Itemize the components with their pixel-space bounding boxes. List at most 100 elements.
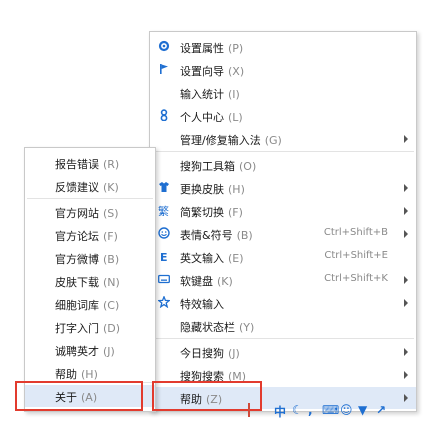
- main-context-menu: 设置属性 (P) 设置向导 (X) 输入统计 (I) 个人中心 (L) 管理/修复输入法 (G) 搜…: [149, 31, 417, 412]
- menu-item-accelerator: (H): [81, 368, 98, 381]
- menu-item-shortcut: Ctrl+Shift+E: [324, 250, 388, 261]
- menu-item-label: 设置属性 (P): [180, 40, 243, 56]
- menu-item-text: 帮助: [55, 368, 77, 381]
- menu-item-label: 官方微博 (B): [55, 251, 119, 267]
- menu-item-4[interactable]: 个人中心 (L): [150, 105, 416, 127]
- menu-separator: [152, 151, 414, 152]
- menu-item-label: 输入统计 (I): [180, 86, 240, 102]
- menu-item-label: 官方网站 (S): [55, 205, 119, 221]
- moon-icon[interactable]: ☾: [292, 403, 303, 417]
- help-item-8[interactable]: 打字入门 (D): [25, 316, 155, 338]
- svg-text:繁: 繁: [158, 204, 169, 216]
- help-item-5[interactable]: 官方微博 (B): [25, 247, 155, 269]
- menu-item-11[interactable]: 软键盘 (K) Ctrl+Shift+K: [150, 269, 416, 291]
- menu-item-text: 官方论坛: [55, 230, 99, 243]
- menu-item-5[interactable]: 管理/修复输入法 (G): [150, 128, 416, 150]
- help-item-7[interactable]: 细胞词库 (C): [25, 293, 155, 315]
- help-item-3[interactable]: 官方网站 (S): [25, 201, 155, 223]
- submenu-arrow-icon: [404, 371, 408, 379]
- menu-item-label: 诚聘英才 (J): [55, 343, 115, 359]
- menu-item-text: 隐藏状态栏: [180, 321, 235, 334]
- menu-separator: [152, 338, 414, 339]
- help-item-9[interactable]: 诚聘英才 (J): [25, 339, 155, 361]
- menu-item-text: 官方网站: [55, 207, 99, 220]
- menu-item-text: 诚聘英才: [55, 345, 99, 358]
- menu-item-label: 反馈建议 (K): [55, 179, 119, 195]
- menu-item-accelerator: (C): [103, 299, 120, 312]
- traditional-chinese-icon: 繁: [157, 203, 171, 217]
- keyboard-icon[interactable]: ⌨: [322, 403, 339, 417]
- menu-item-accelerator: (S): [103, 207, 119, 220]
- menu-item-accelerator: (B): [103, 253, 120, 266]
- menu-item-6[interactable]: 搜狗工具箱 (O): [150, 154, 416, 176]
- menu-item-label: 搜狗工具箱 (O): [180, 158, 256, 174]
- smiley-icon: [157, 226, 171, 240]
- menu-separator: [27, 198, 153, 199]
- menu-item-13[interactable]: 隐藏状态栏 (Y): [150, 315, 416, 337]
- effects-icon: [157, 295, 171, 309]
- menu-item-accelerator: (K): [103, 181, 119, 194]
- svg-text:E: E: [160, 251, 168, 262]
- menu-item-text: 特效输入: [180, 298, 224, 311]
- menu-item-label: 细胞词库 (C): [55, 297, 119, 313]
- menu-item-1[interactable]: 设置属性 (P): [150, 36, 416, 58]
- menu-item-label: 帮助 (H): [55, 366, 98, 382]
- menu-item-accelerator: (O): [239, 160, 257, 173]
- menu-item-accelerator: (P): [228, 42, 244, 55]
- menu-item-label: 特效输入: [180, 296, 224, 312]
- menu-item-text: 打字入门: [55, 322, 99, 335]
- menu-item-label: 简繁切换 (F): [180, 204, 243, 220]
- menu-item-label: 官方论坛 (F): [55, 228, 118, 244]
- about-highlight-box: [15, 381, 143, 411]
- menu-item-accelerator: (H): [228, 183, 245, 196]
- menu-item-text: 简繁切换: [180, 206, 224, 219]
- menu-item-accelerator: (J): [103, 345, 115, 358]
- submenu-arrow-icon: [404, 276, 408, 284]
- tools-icon[interactable]: ↗: [376, 403, 386, 417]
- menu-item-shortcut: Ctrl+Shift+K: [324, 273, 388, 284]
- help-submenu: 报告错误 (R) 反馈建议 (K) 官方网站 (S) 官方论坛 (F) 官方微博 (B) 皮肤下载 (…: [24, 147, 156, 412]
- menu-item-text: 软键盘: [180, 275, 213, 288]
- menu-item-text: 设置属性: [180, 42, 224, 55]
- menu-item-label: 隐藏状态栏 (Y): [180, 319, 254, 335]
- menu-item-accelerator: (F): [103, 230, 118, 243]
- menu-item-7[interactable]: 更换皮肤 (H): [150, 177, 416, 199]
- menu-item-3[interactable]: 输入统计 (I): [150, 82, 416, 104]
- menu-item-label: 更换皮肤 (H): [180, 181, 245, 197]
- menu-item-text: 皮肤下载: [55, 276, 99, 289]
- menu-item-label: 打字入门 (D): [55, 320, 120, 336]
- help-item-4[interactable]: 官方论坛 (F): [25, 224, 155, 246]
- submenu-arrow-icon: [404, 135, 408, 143]
- shirt-icon[interactable]: ▼: [358, 403, 367, 417]
- punctuation-icon[interactable]: ,: [308, 403, 313, 417]
- menu-item-accelerator: (Y): [239, 321, 255, 334]
- english-icon: E: [157, 249, 171, 263]
- menu-item-accelerator: (I): [228, 88, 240, 101]
- menu-item-text: 搜狗工具箱: [180, 160, 235, 173]
- menu-item-14[interactable]: 今日搜狗 (J): [150, 341, 416, 363]
- menu-item-9[interactable]: 表情&符号 (B) Ctrl+Shift+B: [150, 223, 416, 245]
- menu-item-label: 表情&符号 (B): [180, 227, 253, 243]
- submenu-arrow-icon: [404, 230, 408, 238]
- menu-item-text: 反馈建议: [55, 181, 99, 194]
- menu-item-label: 报告错误 (R): [55, 156, 119, 172]
- menu-item-12[interactable]: 特效输入: [150, 292, 416, 314]
- menu-item-label: 管理/修复输入法 (G): [180, 132, 282, 148]
- menu-item-8[interactable]: 繁简繁切换 (F): [150, 200, 416, 222]
- menu-item-accelerator: (E): [228, 252, 244, 265]
- help-highlight-box: [152, 381, 262, 411]
- menu-item-label: 今日搜狗 (J): [180, 345, 240, 361]
- status-bar-handle: [248, 403, 250, 417]
- user-icon[interactable]: ☺: [340, 403, 353, 417]
- help-item-1[interactable]: 报告错误 (R): [25, 152, 155, 174]
- gear-icon: [157, 39, 171, 53]
- menu-item-2[interactable]: 设置向导 (X): [150, 59, 416, 81]
- menu-item-10[interactable]: E 英文输入 (E) Ctrl+Shift+E: [150, 246, 416, 268]
- submenu-arrow-icon: [404, 299, 408, 307]
- help-item-6[interactable]: 皮肤下载 (N): [25, 270, 155, 292]
- menu-item-accelerator: (L): [228, 111, 243, 124]
- menu-item-text: 输入统计: [180, 88, 224, 101]
- help-item-2[interactable]: 反馈建议 (K): [25, 175, 155, 197]
- submenu-arrow-icon: [404, 207, 408, 215]
- chinese-mode-toggle[interactable]: 中: [274, 403, 286, 420]
